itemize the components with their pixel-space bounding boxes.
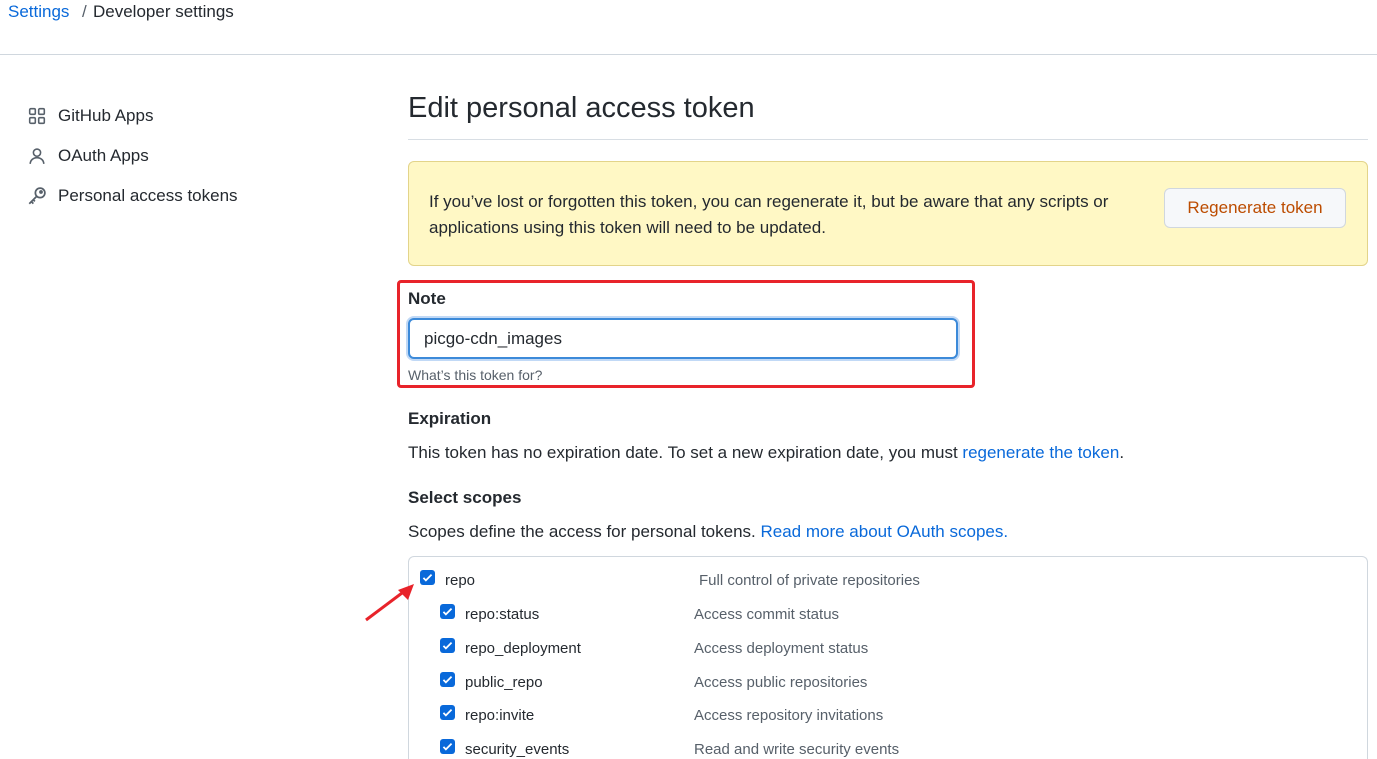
sidebar-item-oauth-apps[interactable]: OAuth Apps [26, 136, 356, 176]
scope-name: public_repo [465, 674, 543, 691]
expiration-label: Expiration [408, 409, 492, 428]
scope-desc: Access commit status [694, 606, 840, 623]
scope-row-security-events: security_events Read and write security … [409, 736, 1369, 759]
scope-desc: Access repository invitations [694, 707, 884, 724]
breadcrumb-settings-link[interactable]: Settings [8, 2, 69, 22]
scope-row-repo-deployment: repo_deployment Access deployment status [409, 635, 1369, 665]
scope-name: security_events [465, 741, 570, 758]
sidebar-item-github-apps[interactable]: GitHub Apps [26, 96, 356, 136]
scope-row-public-repo: public_repo Access public repositories [409, 669, 1369, 699]
oauth-scopes-docs-link[interactable]: Read more about OAuth scopes. [760, 522, 1008, 541]
scope-row-repo-status: repo:status Access commit status [409, 601, 1369, 631]
checkbox-security-events[interactable] [440, 739, 455, 754]
developer-settings-sidebar: GitHub Apps OAuth Apps Personal access t… [26, 96, 356, 216]
apps-grid-icon [26, 105, 48, 127]
scopes-table: repo Full control of private repositorie… [408, 556, 1368, 759]
scopes-description: Scopes define the access for personal to… [408, 522, 1008, 542]
sidebar-item-label: GitHub Apps [58, 106, 154, 125]
scope-desc: Access public repositories [694, 674, 868, 691]
scope-name: repo_deployment [465, 640, 581, 657]
checkbox-repo[interactable] [420, 570, 435, 585]
regenerate-token-button[interactable]: Regenerate token [1164, 188, 1346, 228]
page-title: Edit personal access token [408, 86, 1368, 140]
checkbox-repo-status[interactable] [440, 604, 455, 619]
expiration-suffix: . [1119, 443, 1125, 462]
breadcrumb-bar: Settings / Developer settings [0, 0, 1377, 55]
main-content: Edit personal access token If you’ve los… [397, 86, 1368, 759]
scope-name: repo:invite [465, 707, 535, 724]
select-scopes-label: Select scopes [408, 488, 522, 507]
note-hint: What’s this token for? [408, 367, 543, 383]
sidebar-item-label: OAuth Apps [58, 146, 149, 165]
note-input[interactable] [408, 318, 958, 359]
breadcrumb-separator: / [82, 2, 87, 21]
regenerate-warning-banner: If you’ve lost or forgotten this token, … [408, 161, 1368, 266]
sidebar-item-personal-access-tokens[interactable]: Personal access tokens [26, 176, 356, 216]
key-icon [26, 185, 48, 207]
breadcrumb-current: Developer settings [93, 2, 234, 21]
sidebar-item-label: Personal access tokens [58, 186, 238, 205]
warning-text: If you’ve lost or forgotten this token, … [429, 192, 1109, 237]
scope-name: repo:status [465, 606, 540, 623]
scope-desc: Full control of private repositories [699, 572, 920, 589]
scope-name: repo [445, 572, 476, 589]
checkbox-repo-deployment[interactable] [440, 638, 455, 653]
person-icon [26, 145, 48, 167]
annotation-arrow-icon [365, 584, 414, 622]
expiration-message: This token has no expiration date. To se… [408, 443, 963, 462]
checkbox-public-repo[interactable] [440, 672, 455, 687]
checkbox-repo-invite[interactable] [440, 705, 455, 720]
scope-row-repo: repo Full control of private repositorie… [409, 567, 1369, 597]
scope-desc: Read and write security events [694, 741, 900, 758]
expiration-text: This token has no expiration date. To se… [408, 443, 1124, 463]
note-label: Note [408, 289, 446, 308]
scopes-message: Scopes define the access for personal to… [408, 522, 761, 541]
scope-desc: Access deployment status [694, 640, 869, 657]
regenerate-token-link[interactable]: regenerate the token [962, 443, 1119, 462]
scope-row-repo-invite: repo:invite Access repository invitation… [409, 702, 1369, 732]
